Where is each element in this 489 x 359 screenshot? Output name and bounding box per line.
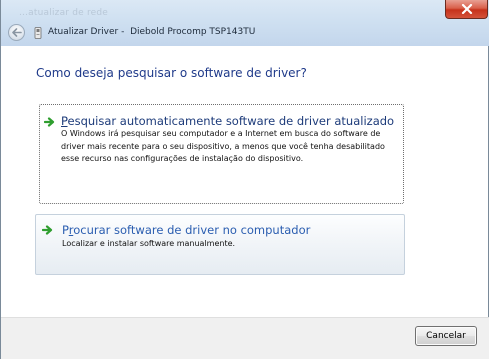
close-button[interactable] [445, 0, 488, 19]
cancel-button[interactable]: Cancelar [415, 326, 477, 346]
green-arrow-icon [42, 225, 53, 235]
page-heading: Como deseja pesquisar o software de driv… [36, 66, 307, 80]
option-title-text: esquisar automaticamente software de dri… [67, 114, 395, 128]
search-automatically-option[interactable]: Pesquisar automaticamente software de dr… [39, 104, 404, 204]
device-icon [34, 27, 42, 39]
option-title-text: ocurar software de driver no computador [73, 223, 311, 237]
browse-computer-option[interactable]: Procurar software de driver no computado… [35, 214, 405, 275]
option-title-prefix: P [62, 223, 69, 237]
back-button[interactable] [8, 24, 25, 41]
close-icon [461, 4, 472, 14]
window-title: Atualizar Driver - Diebold Procomp TSP14… [48, 27, 256, 37]
browse-computer-title[interactable]: Procurar software de driver no computado… [62, 223, 310, 237]
search-automatically-title[interactable]: Pesquisar automaticamente software de dr… [61, 114, 394, 128]
back-arrow-icon [12, 28, 22, 37]
browse-computer-description: Localizar e instalar software manualment… [62, 239, 236, 248]
update-driver-window: ...atualizar de rede Atualizar Driver - … [0, 0, 489, 359]
green-arrow-icon [44, 117, 55, 127]
title-bar: ...atualizar de rede Atualizar Driver - … [1, 0, 489, 46]
search-automatically-description: O Windows irá pesquisar seu computador e… [61, 129, 385, 163]
background-window-text: ...atualizar de rede [19, 8, 109, 18]
